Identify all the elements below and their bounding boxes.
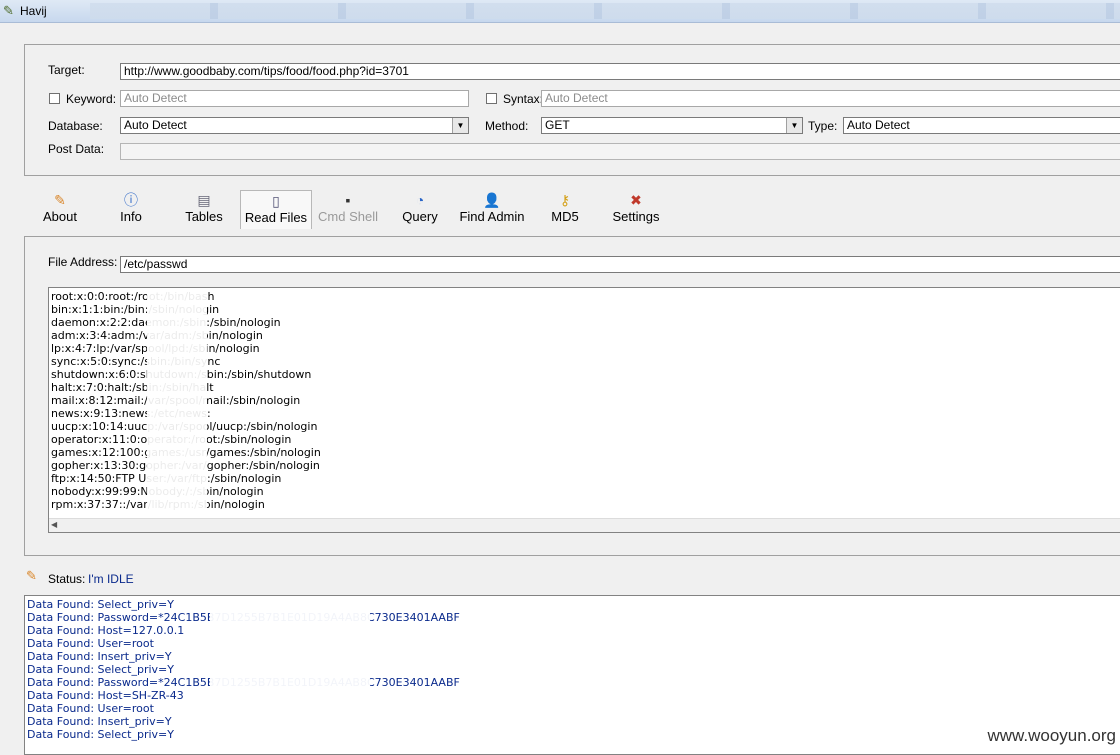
scroll-left-icon[interactable]: ◀ [51,520,57,529]
keyword-input[interactable]: Auto Detect [120,90,469,107]
file-address-input[interactable]: /etc/passwd [120,256,1120,273]
background-taskbar [90,3,1120,19]
file-content-area[interactable]: root:x:0:0:root:/root:/bin/bash bin:x:1:1… [48,287,1120,533]
cmd-shell-button[interactable]: ▪ Cmd Shell [316,190,380,228]
method-label: Method: [485,119,529,133]
log-line: Data Found: Insert_priv=Y [27,650,172,663]
database-value: Auto Detect [124,118,187,132]
about-button[interactable]: ✎ About [36,190,84,228]
horizontal-scrollbar[interactable]: ◀ [49,518,1120,532]
read-files-panel: File Address: /etc/passwd root:x:0:0:roo… [24,236,1120,556]
log-line: Data Found: Host=127.0.0.1 [27,624,185,637]
status-label: Status: [48,572,86,586]
info-circle-icon: ⓘ [124,192,138,208]
log-line: Data Found: User=root [27,637,154,650]
redaction-blur [147,288,207,513]
keyword-checkbox[interactable] [49,93,60,104]
database-select[interactable]: Auto Detect ▼ [120,117,469,134]
settings-button[interactable]: ✖ Settings [610,190,662,228]
terminal-icon: ▪ [345,192,351,208]
method-select[interactable]: GET ▼ [541,117,803,134]
method-value: GET [545,118,570,132]
tools-icon: ✖ [630,192,642,208]
log-line: Data Found: Host=SH-ZR-43 [27,689,184,702]
info-button[interactable]: ⓘ Info [112,190,150,228]
log-line: Data Found: Select_priv=Y [27,728,174,741]
target-panel: Target: http://www.goodbaby.com/tips/foo… [24,44,1120,176]
watermark: www.wooyun.org [985,726,1118,746]
users-icon: 👤 [483,192,501,208]
title-bar: ✎ Havij [0,0,1120,23]
target-label: Target: [48,63,85,77]
table-icon: ▤ [197,192,211,208]
log-line: Data Found: Insert_priv=Y [27,715,172,728]
redaction-blur [210,675,370,688]
app-icon: ✎ [3,3,14,18]
md5-button[interactable]: ⚷ MD5 [546,190,584,228]
post-data-input [120,143,1120,160]
find-admin-button[interactable]: 👤 Find Admin [456,190,528,228]
window-title: Havij [20,4,47,18]
carrot-icon: ✎ [54,192,66,208]
query-icon: ◔ [415,192,425,208]
document-icon: ▯ [272,193,280,209]
type-label: Type: [808,119,838,133]
type-select[interactable]: Auto Detect [843,117,1120,134]
log-area[interactable]: Data Found: Select_priv=YData Found: Pas… [24,595,1120,755]
file-address-label: File Address: [48,255,118,269]
syntax-input[interactable]: Auto Detect [541,90,1120,107]
tables-button[interactable]: ▤ Tables [180,190,228,228]
redaction-blur [210,610,370,623]
database-label: Database: [48,119,103,133]
post-data-label: Post Data: [48,142,105,156]
status-icon: ✎ [26,568,37,583]
key-icon: ⚷ [559,192,571,208]
query-button[interactable]: ◔ Query [398,190,442,228]
syntax-checkbox[interactable] [486,93,497,104]
log-line: Data Found: User=root [27,702,154,715]
status-value: I'm IDLE [88,572,134,586]
keyword-label: Keyword: [66,92,117,106]
chevron-down-icon[interactable]: ▼ [786,118,802,133]
read-files-button[interactable]: ▯ Read Files [240,190,312,229]
target-input[interactable]: http://www.goodbaby.com/tips/food/food.p… [120,63,1120,80]
syntax-label: Syntax: [503,92,544,106]
chevron-down-icon[interactable]: ▼ [452,118,468,133]
